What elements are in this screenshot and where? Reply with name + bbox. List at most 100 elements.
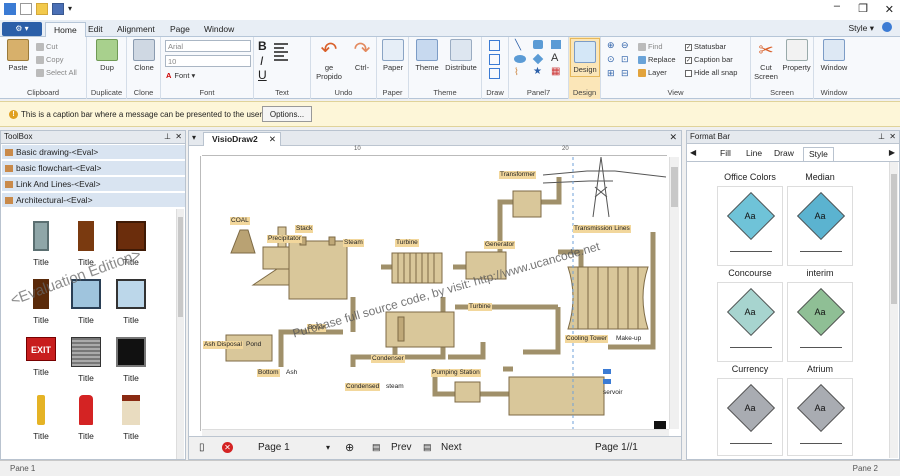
zoom-fit-icon[interactable]: ⊙	[607, 54, 615, 65]
image-tool-icon[interactable]: ▦	[551, 66, 560, 77]
undo-button[interactable]: ↶ ge Propido	[312, 39, 346, 81]
underline-icon[interactable]: U	[258, 68, 267, 82]
canvas-vertical-scrollbar[interactable]	[669, 157, 679, 429]
diamond-icon[interactable]	[532, 53, 544, 65]
tab-window[interactable]: Window	[196, 22, 242, 37]
label-steam[interactable]: Steam	[343, 239, 364, 247]
polyline-icon[interactable]: ⌇	[514, 67, 519, 78]
close-doc-icon[interactable]: ✕	[669, 132, 677, 143]
cut-button[interactable]: Cut	[36, 41, 58, 52]
format-bar-scrollbar[interactable]	[889, 162, 898, 458]
add-page-icon[interactable]: ⊕	[345, 441, 354, 454]
label-ash[interactable]: Ash	[286, 369, 297, 377]
label-bottom[interactable]: Bottom	[257, 369, 280, 377]
new-page-icon[interactable]: ▯	[199, 442, 205, 453]
help-icon[interactable]	[882, 22, 892, 32]
next-button[interactable]: Next	[441, 442, 462, 453]
dup-button[interactable]: Dup	[94, 39, 120, 72]
font-family-combo[interactable]: Arial	[165, 40, 251, 52]
style-currency[interactable]: Aa	[717, 378, 783, 456]
connector-tool-icon[interactable]	[489, 54, 500, 65]
star-icon[interactable]: ★	[533, 66, 542, 77]
toolbox-item-pipe[interactable]: Title	[21, 395, 61, 441]
format-close-icon[interactable]: ✕	[889, 131, 896, 143]
app-menu-button[interactable]: ⚙ ▾	[2, 22, 42, 36]
label-transformer[interactable]: Transformer	[499, 171, 537, 179]
toolbox-scrollbar[interactable]	[176, 209, 184, 459]
prev-page-icon[interactable]: ▤	[372, 442, 381, 453]
style-office-colors[interactable]: Aa	[717, 186, 783, 266]
label-condensed[interactable]: Condensed	[345, 383, 381, 391]
close-window-icon[interactable]: ✕	[885, 3, 894, 16]
tab-page[interactable]: Page	[162, 22, 198, 37]
page-selector[interactable]: Page 1 ▾	[246, 440, 336, 457]
text-a-icon[interactable]: A	[551, 52, 558, 64]
hide-all-snap-checkbox[interactable]: Hide all snap	[685, 67, 737, 78]
toolbox-category[interactable]: Basic drawing-<Eval>	[2, 145, 185, 160]
tab-style[interactable]: Style	[803, 147, 834, 161]
label-ash-disposal[interactable]: Ash Disposal	[203, 341, 243, 349]
clone-button[interactable]: Clone	[130, 39, 158, 72]
line-tool-icon[interactable]: ╲	[515, 40, 521, 51]
toolbox-item-elevator[interactable]: Title	[111, 337, 151, 383]
restore-window-icon[interactable]: ❐	[858, 2, 868, 15]
tab-alignment[interactable]: Alignment	[109, 22, 163, 37]
document-tab[interactable]: VisioDraw2 ✕	[203, 132, 281, 146]
label-generator[interactable]: Generator	[484, 241, 516, 249]
label-precipitator[interactable]: Precipitator	[267, 235, 302, 243]
tab-draw[interactable]: Draw	[769, 147, 799, 161]
label-pumping-station[interactable]: Pumping Station	[431, 369, 481, 377]
theme-button[interactable]: Theme	[412, 39, 442, 72]
design-button[interactable]: Design	[570, 38, 600, 77]
label-condenser[interactable]: Condenser	[371, 355, 405, 363]
new-file-icon[interactable]	[20, 3, 32, 15]
text-tool-icon[interactable]	[489, 68, 500, 79]
label-turbine[interactable]: Turbine	[395, 239, 419, 247]
pin-icon[interactable]: ⊥	[164, 131, 171, 143]
label-reservoir[interactable]: servoir	[603, 389, 623, 397]
zoom-in-icon[interactable]: ⊕	[607, 40, 615, 51]
toolbox-category[interactable]: Architectural-<Eval>	[2, 193, 185, 208]
toolbox-category[interactable]: basic flowchart-<Eval>	[2, 161, 185, 176]
canvas-scroll-thumb[interactable]	[671, 167, 678, 207]
save-icon[interactable]	[52, 3, 64, 15]
next-page-icon[interactable]: ▤	[423, 442, 432, 453]
close-tab-icon[interactable]: ✕	[269, 133, 276, 146]
caption-bar-checkbox[interactable]: ✓ Caption bar	[685, 54, 733, 65]
toolbox-item-exit-sign[interactable]: EXIT Title	[21, 337, 61, 377]
style-atrium[interactable]: Aa	[787, 378, 853, 456]
font-size-combo[interactable]: 10	[165, 55, 251, 67]
copy-button[interactable]: Copy	[36, 54, 64, 65]
tabs-left-arrow-icon[interactable]: ◀	[690, 148, 696, 157]
format-scroll-thumb[interactable]	[891, 174, 897, 304]
tab-list-icon[interactable]: ▾	[192, 133, 196, 142]
style-interim[interactable]: Aa	[787, 282, 853, 362]
bold-icon[interactable]: B	[258, 39, 267, 53]
quick-access-dropdown-icon[interactable]: ▾	[68, 4, 72, 13]
window-button[interactable]: Window	[818, 39, 850, 72]
distribute-button[interactable]: Distribute	[442, 39, 480, 72]
toolbox-item-trash-bin[interactable]: Title	[111, 395, 151, 441]
label-cooling-tower[interactable]: Cooling Tower	[565, 335, 609, 343]
toolbox-item-door-gray[interactable]: Title	[21, 221, 61, 267]
open-folder-icon[interactable]	[36, 3, 48, 15]
cut-screen-button[interactable]: ✂ Cut Screen	[753, 39, 779, 81]
rectangle-icon[interactable]	[551, 40, 561, 49]
select-all-button[interactable]: Select All	[36, 67, 77, 78]
style-median[interactable]: Aa	[787, 186, 853, 266]
prev-button[interactable]: Prev	[391, 442, 412, 453]
zoom-page-icon[interactable]: ⊡	[621, 54, 629, 65]
label-pond[interactable]: Pond	[246, 341, 261, 349]
style-concourse[interactable]: Aa	[717, 282, 783, 362]
tabs-right-arrow-icon[interactable]: ▶	[889, 148, 895, 157]
pointer-tool-icon[interactable]	[489, 40, 500, 51]
toolbox-item-shutter[interactable]: Title	[66, 337, 106, 383]
tab-line[interactable]: Line	[741, 147, 767, 161]
label-transmission-lines[interactable]: Transmission Lines	[573, 225, 631, 233]
property-button[interactable]: Property	[780, 39, 813, 72]
statusbar-checkbox[interactable]: ✓ Statusbar	[685, 41, 726, 52]
paste-button[interactable]: Paste	[4, 39, 32, 72]
paper-button[interactable]: Paper	[379, 39, 407, 72]
redo-button[interactable]: ↷ Ctrl-	[349, 39, 375, 72]
find-button[interactable]: Find	[638, 41, 663, 52]
